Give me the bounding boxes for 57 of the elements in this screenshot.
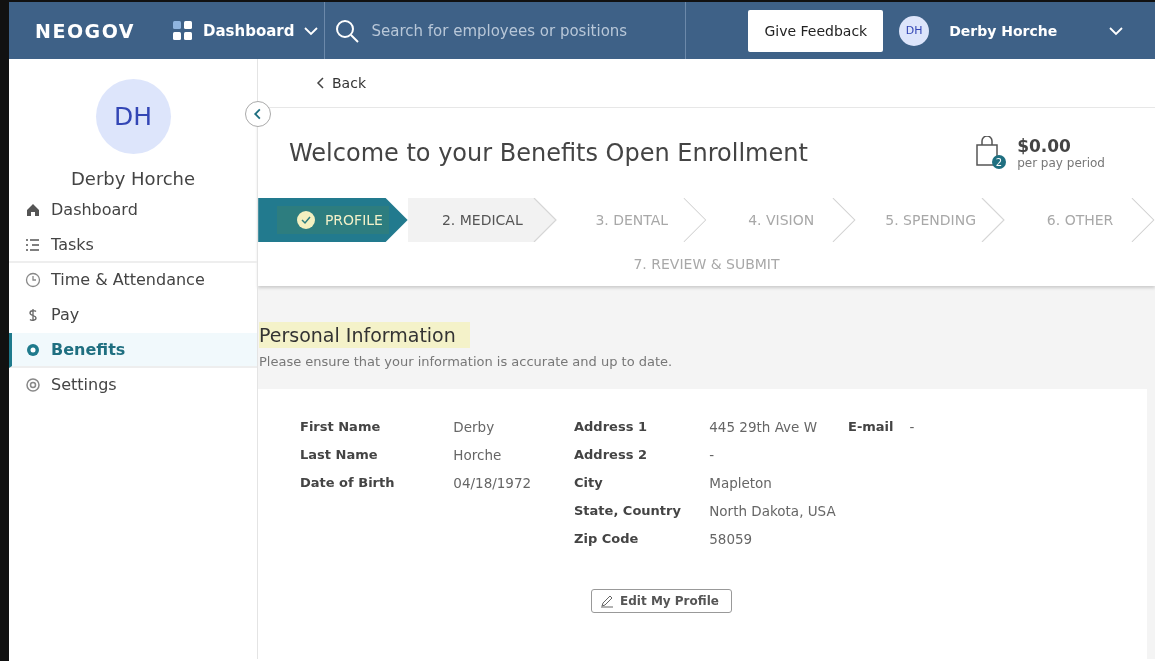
field-value: 445 29th Ave W <box>709 419 819 435</box>
section-subtitle: Please ensure that your information is accurate and up to date. <box>259 354 674 369</box>
chevron-down-icon[interactable] <box>1109 25 1124 36</box>
field-label: Last Name <box>300 447 379 463</box>
search-icon[interactable] <box>335 18 360 43</box>
collapse-icon[interactable] <box>245 101 271 127</box>
field-label: Address 2 <box>574 447 648 463</box>
sidebar-item[interactable]: Pay <box>9 298 257 333</box>
field-label: City <box>574 475 604 491</box>
pencil-icon <box>600 594 615 608</box>
chevron-divider-icon <box>981 198 1006 242</box>
sidebar-item[interactable]: Tasks <box>9 228 257 263</box>
app-menu[interactable]: Dashboard <box>203 21 295 40</box>
field-label: First Name <box>300 419 382 435</box>
target-icon <box>25 341 41 358</box>
sidebar-item[interactable]: Time & Attendance <box>9 263 257 298</box>
user-name[interactable]: Derby Horche <box>949 22 1058 39</box>
search-field[interactable]: Search for employees or positions <box>369 20 674 41</box>
feedback-button[interactable]: Give Feedback <box>748 9 884 52</box>
grid-icon[interactable] <box>173 20 193 41</box>
user-avatar[interactable]: DH <box>899 15 930 46</box>
check-icon <box>296 211 315 229</box>
field-label: Zip Code <box>574 531 640 547</box>
field-label: State, Country <box>574 503 682 519</box>
app-logo: NEOGOV <box>34 19 136 42</box>
field-value: Derby <box>453 419 496 435</box>
list-icon <box>25 236 41 253</box>
step-tab[interactable]: 2. MEDICAL <box>407 198 558 242</box>
field-label: Date of Birth <box>300 475 396 491</box>
section-title: Personal Information <box>259 322 470 348</box>
chevron-divider-icon <box>533 198 558 242</box>
cart-total: $0.00 <box>1017 136 1072 156</box>
chevron-down-icon[interactable] <box>304 25 319 36</box>
profile-name: Derby Horche <box>69 168 197 189</box>
sidebar-item[interactable]: Benefits <box>9 333 257 368</box>
sidebar-item[interactable]: Dashboard <box>9 193 257 228</box>
field-value: 04/18/1972 <box>453 475 533 491</box>
field-value: Horche <box>453 447 503 463</box>
field-value: - <box>709 447 716 463</box>
field-value: Mapleton <box>709 475 773 491</box>
cart-caption: per pay period <box>1017 156 1105 170</box>
profile-avatar: DH <box>95 79 171 154</box>
field-label: E-mail <box>848 419 894 435</box>
chevron-left-icon[interactable] <box>316 77 324 89</box>
field-value: 58059 <box>709 531 754 547</box>
field-label: Address 1 <box>574 419 648 435</box>
field-value: - <box>909 419 915 435</box>
back-link[interactable]: Back <box>332 75 366 91</box>
clock-icon <box>25 271 41 288</box>
gear-icon <box>25 376 41 393</box>
step-tab[interactable]: PROFILE <box>258 198 408 242</box>
sidebar-item[interactable]: Settings <box>9 368 257 403</box>
field-value: North Dakota, USA <box>709 503 837 519</box>
chevron-divider-icon <box>831 198 856 242</box>
home-icon <box>25 201 41 218</box>
edit-profile-button[interactable]: Edit My Profile <box>591 589 732 613</box>
page-title: Welcome to your Benefits Open Enrollment <box>289 139 809 167</box>
